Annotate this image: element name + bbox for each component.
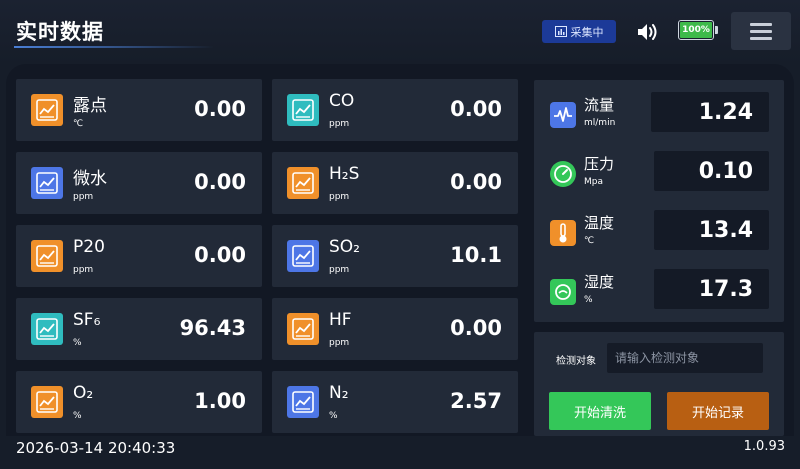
title-underline <box>14 46 214 48</box>
droplet-icon <box>550 279 576 305</box>
sensor-unit: ppm <box>329 338 350 348</box>
reading-humidity: 湿度 % 17.3 <box>534 269 784 311</box>
sensor-name: SF₆ <box>73 310 101 330</box>
sensor-card-o2[interactable]: O₂ % 1.00 <box>16 371 262 433</box>
reading-name: 流量 <box>584 96 615 114</box>
sensor-unit: % <box>329 411 338 421</box>
sensor-unit: % <box>73 338 82 348</box>
sensor-card-h2s[interactable]: H₂S ppm 0.00 <box>272 152 518 214</box>
thermometer-icon <box>550 220 576 246</box>
sensor-unit: % <box>73 411 82 421</box>
reading-value-box: 1.24 <box>651 92 769 132</box>
sensor-name: 微水 <box>73 169 107 189</box>
sensor-name: O₂ <box>73 383 94 403</box>
hamburger-icon-line <box>750 23 772 26</box>
chart-icon <box>31 167 63 199</box>
sensor-value: 0.00 <box>450 97 502 121</box>
readings-panel: 流量 ml/min 1.24 压力 Mpa 0.10 温度 ℃ 13.4 湿度 … <box>534 80 784 322</box>
sensor-name: H₂S <box>329 164 360 184</box>
reading-value: 0.10 <box>698 159 753 184</box>
sensor-card-dew-point[interactable]: 露点 ℃ 0.00 <box>16 79 262 141</box>
battery-tip <box>715 26 718 34</box>
reading-name: 湿度 <box>584 273 615 291</box>
reading-value: 17.3 <box>698 277 753 302</box>
sensor-value: 10.1 <box>450 243 502 267</box>
sensor-unit: ppm <box>73 265 94 275</box>
hamburger-icon-line <box>750 30 772 33</box>
speaker-icon[interactable] <box>636 21 658 43</box>
sensor-unit: ℃ <box>73 119 84 129</box>
hamburger-icon-line <box>750 37 772 40</box>
sensor-value: 1.00 <box>194 389 246 413</box>
sensor-name: P20 <box>73 237 105 257</box>
sensor-name: 露点 <box>73 96 107 116</box>
sensor-card-hf[interactable]: HF ppm 0.00 <box>272 298 518 360</box>
sensor-card-so2[interactable]: SO₂ ppm 10.1 <box>272 225 518 287</box>
start-record-button[interactable]: 开始记录 <box>667 392 769 430</box>
reading-value: 1.24 <box>698 100 753 125</box>
reading-unit: % <box>584 295 593 305</box>
reading-value: 13.4 <box>698 218 753 243</box>
sensor-card-sf6[interactable]: SF₆ % 96.43 <box>16 298 262 360</box>
sensor-value: 0.00 <box>194 97 246 121</box>
battery-indicator: 100% <box>678 20 718 42</box>
sensor-card-p20[interactable]: P20 ppm 0.00 <box>16 225 262 287</box>
detection-input[interactable] <box>607 343 763 373</box>
reading-name: 压力 <box>584 155 615 173</box>
sensor-card-co[interactable]: CO ppm 0.00 <box>272 79 518 141</box>
sensor-value: 2.57 <box>450 389 502 413</box>
sensor-name: HF <box>329 310 352 330</box>
chart-icon <box>31 386 63 418</box>
chart-icon <box>287 240 319 272</box>
page-title: 实时数据 <box>16 20 104 44</box>
chart-icon <box>31 94 63 126</box>
detection-label: 检测对象 <box>556 356 596 367</box>
reading-value-box: 13.4 <box>654 210 769 250</box>
gauge-icon <box>550 161 576 187</box>
sensor-value: 0.00 <box>194 170 246 194</box>
chart-icon <box>287 386 319 418</box>
reading-temperature: 温度 ℃ 13.4 <box>534 210 784 252</box>
sensor-name: N₂ <box>329 383 349 403</box>
sensor-value: 0.00 <box>194 243 246 267</box>
footer-version: 1.0.93 <box>743 439 785 454</box>
reading-pressure: 压力 Mpa 0.10 <box>534 151 784 193</box>
sensor-unit: ppm <box>329 192 350 202</box>
sensor-value: 96.43 <box>179 316 246 340</box>
sensor-value: 0.00 <box>450 170 502 194</box>
chart-icon <box>287 94 319 126</box>
sensor-unit: ppm <box>73 192 94 202</box>
sensor-unit: ppm <box>329 265 350 275</box>
battery-fill: 100% <box>680 22 712 38</box>
reading-flow: 流量 ml/min 1.24 <box>534 92 784 134</box>
sensor-name: CO <box>329 91 355 111</box>
reading-name: 温度 <box>584 214 615 232</box>
footer-datetime: 2026-03-14 20:40:33 <box>16 439 176 457</box>
collect-status-badge[interactable]: 采集中 <box>542 20 616 43</box>
collect-status-label: 采集中 <box>570 25 604 39</box>
battery-label: 100% <box>682 25 710 35</box>
chart-icon <box>287 167 319 199</box>
bar-chart-icon <box>554 26 567 37</box>
sensor-card-moisture[interactable]: 微水 ppm 0.00 <box>16 152 262 214</box>
detection-panel: 检测对象 开始清洗 开始记录 <box>534 332 784 436</box>
reading-unit: Mpa <box>584 177 603 187</box>
chart-icon <box>287 313 319 345</box>
pulse-icon <box>550 102 576 128</box>
reading-unit: ℃ <box>584 236 595 246</box>
sensor-card-n2[interactable]: N₂ % 2.57 <box>272 371 518 433</box>
menu-button[interactable] <box>731 12 791 50</box>
start-clean-button[interactable]: 开始清洗 <box>549 392 651 430</box>
reading-value-box: 0.10 <box>654 151 769 191</box>
sensor-value: 0.00 <box>450 316 502 340</box>
reading-value-box: 17.3 <box>654 269 769 309</box>
header-bar: 实时数据 采集中 100% <box>0 0 800 64</box>
sensor-unit: ppm <box>329 119 350 129</box>
sensor-name: SO₂ <box>329 237 360 257</box>
chart-icon <box>31 313 63 345</box>
chart-icon <box>31 240 63 272</box>
reading-unit: ml/min <box>584 118 616 128</box>
